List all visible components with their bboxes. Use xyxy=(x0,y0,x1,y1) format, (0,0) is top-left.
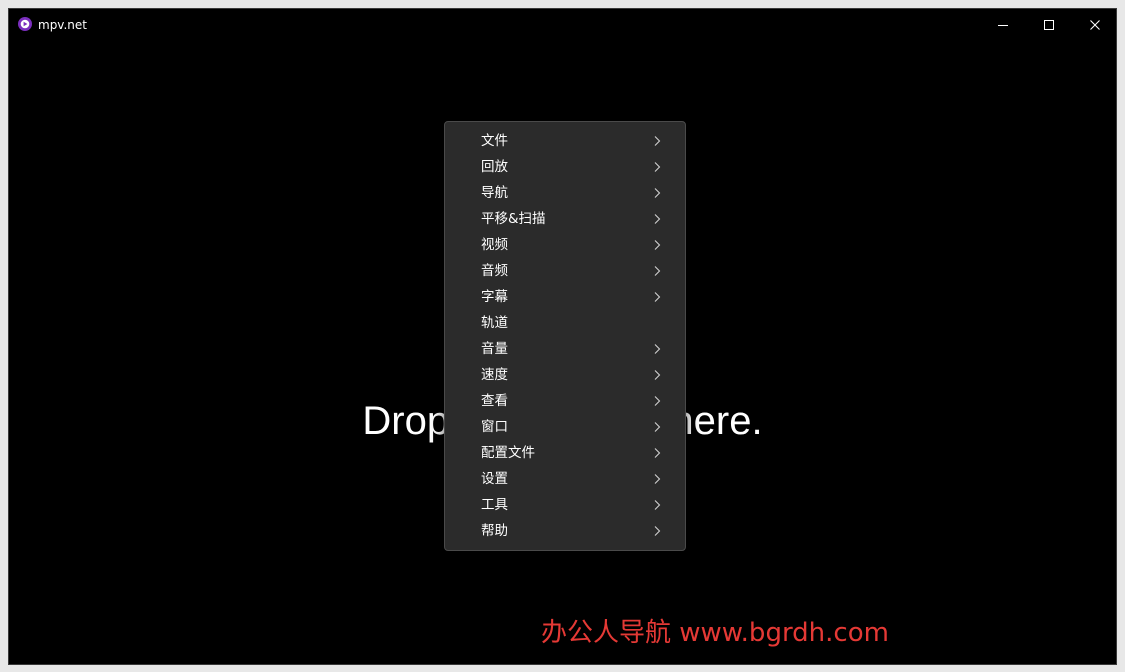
chevron-right-icon xyxy=(654,162,661,172)
menu-item-label: 文件 xyxy=(481,133,508,149)
menu-item-label: 查看 xyxy=(481,393,508,409)
chevron-right-icon xyxy=(654,370,661,380)
menu-item-label: 轨道 xyxy=(481,315,508,331)
menu-item-label: 工具 xyxy=(481,497,508,513)
watermark-text: 办公人导航 www.bgrdh.com xyxy=(541,618,889,648)
menu-item-label: 字幕 xyxy=(481,289,508,305)
menu-item-label: 速度 xyxy=(481,367,508,383)
close-button[interactable] xyxy=(1072,9,1116,41)
chevron-right-icon xyxy=(654,214,661,224)
chevron-right-icon xyxy=(654,188,661,198)
window-title: mpv.net xyxy=(38,18,87,32)
chevron-right-icon xyxy=(654,292,661,302)
menu-item[interactable]: 查看 xyxy=(445,388,685,414)
chevron-right-icon xyxy=(654,344,661,354)
menu-item-label: 导航 xyxy=(481,185,508,201)
menu-item[interactable]: 平移&扫描 xyxy=(445,206,685,232)
menu-item-label: 音量 xyxy=(481,341,508,357)
chevron-right-icon xyxy=(654,500,661,510)
menu-item-label: 窗口 xyxy=(481,419,508,435)
maximize-button[interactable] xyxy=(1026,9,1072,41)
menu-item[interactable]: 帮助 xyxy=(445,518,685,544)
close-icon xyxy=(1090,20,1100,30)
menu-item-label: 配置文件 xyxy=(481,445,535,461)
menu-item-label: 平移&扫描 xyxy=(481,211,546,227)
menu-item[interactable]: 工具 xyxy=(445,492,685,518)
menu-item[interactable]: 设置 xyxy=(445,466,685,492)
chevron-right-icon xyxy=(654,422,661,432)
minimize-icon xyxy=(998,25,1008,26)
menu-item[interactable]: 配置文件 xyxy=(445,440,685,466)
chevron-right-icon xyxy=(654,396,661,406)
menu-item-label: 回放 xyxy=(481,159,508,175)
menu-item[interactable]: 音量 xyxy=(445,336,685,362)
chevron-right-icon xyxy=(654,526,661,536)
maximize-icon xyxy=(1044,20,1054,30)
mpv-play-icon xyxy=(18,17,32,31)
chevron-right-icon xyxy=(654,448,661,458)
menu-item[interactable]: 轨道 xyxy=(445,310,685,336)
chevron-right-icon xyxy=(654,136,661,146)
menu-item-label: 帮助 xyxy=(481,523,508,539)
menu-item-label: 音频 xyxy=(481,263,508,279)
context-menu: 文件回放导航平移&扫描视频音频字幕轨道音量速度查看窗口配置文件设置工具帮助 xyxy=(444,121,686,551)
title-bar[interactable]: mpv.net xyxy=(9,9,1116,41)
menu-item-label: 视频 xyxy=(481,237,508,253)
minimize-button[interactable] xyxy=(980,9,1026,41)
menu-item[interactable]: 回放 xyxy=(445,154,685,180)
chevron-right-icon xyxy=(654,266,661,276)
menu-item[interactable]: 文件 xyxy=(445,128,685,154)
menu-item[interactable]: 视频 xyxy=(445,232,685,258)
menu-item[interactable]: 字幕 xyxy=(445,284,685,310)
menu-item[interactable]: 音频 xyxy=(445,258,685,284)
menu-item-label: 设置 xyxy=(481,471,508,487)
chevron-right-icon xyxy=(654,474,661,484)
menu-item[interactable]: 速度 xyxy=(445,362,685,388)
chevron-right-icon xyxy=(654,240,661,250)
menu-item[interactable]: 窗口 xyxy=(445,414,685,440)
menu-item[interactable]: 导航 xyxy=(445,180,685,206)
